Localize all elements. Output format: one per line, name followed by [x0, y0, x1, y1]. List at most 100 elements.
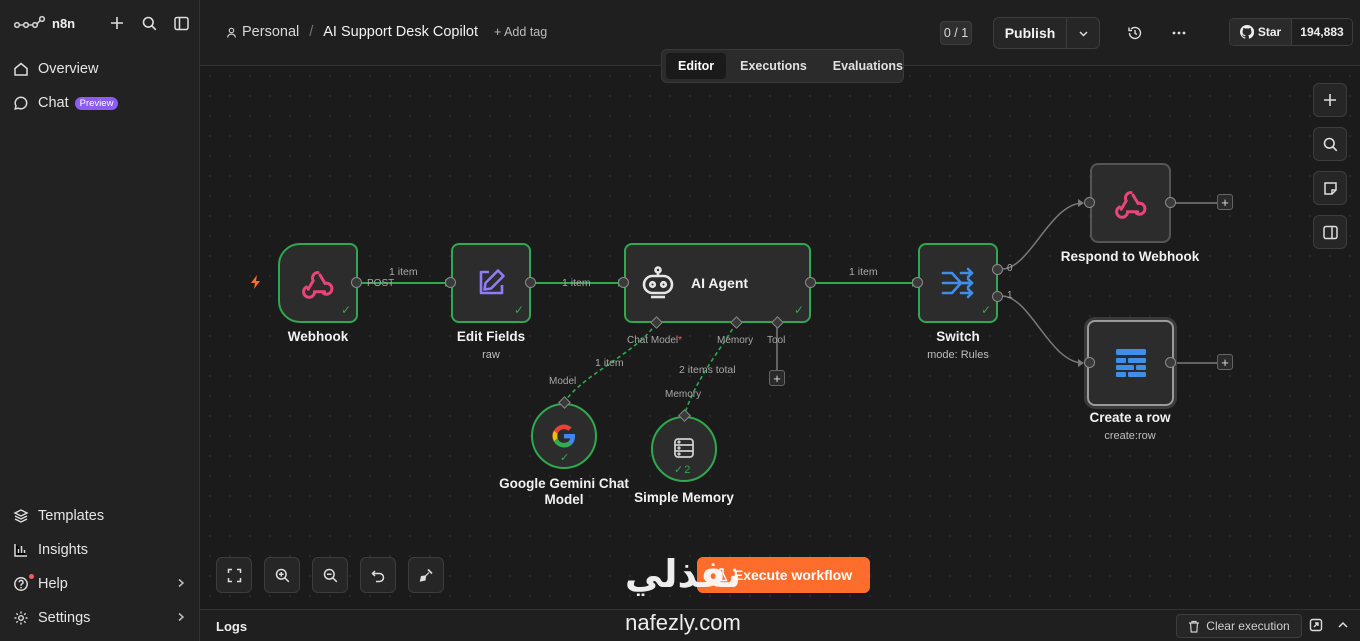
database-icon: [673, 437, 695, 459]
node-title: Webhook: [287, 329, 349, 344]
trash-icon: [1188, 620, 1200, 633]
add-node-button[interactable]: +: [1217, 194, 1233, 210]
workflow-name[interactable]: AI Support Desk Copilot: [323, 24, 478, 40]
n8n-logo-icon[interactable]: [14, 15, 46, 31]
github-star-label: Star: [1257, 25, 1282, 39]
switch-route-icon: [940, 267, 976, 299]
logo-text: n8n: [52, 15, 76, 31]
edge-method-label: POST: [367, 278, 395, 289]
sidebar-item-insights[interactable]: Insights: [12, 537, 188, 563]
add-tool-button[interactable]: +: [769, 370, 785, 386]
add-node-button[interactable]: +: [1217, 354, 1233, 370]
tab-evaluations[interactable]: Evaluations: [821, 53, 915, 79]
chevron-right-icon: [176, 576, 186, 592]
execute-workflow-button[interactable]: Execute workflow: [697, 557, 870, 593]
sidebar-item-settings[interactable]: Settings: [12, 605, 188, 631]
user-icon: [226, 27, 237, 38]
output-handle[interactable]: [1165, 197, 1176, 208]
publish-button-group: Publish: [993, 17, 1100, 49]
node-webhook[interactable]: ✓: [278, 243, 358, 323]
success-check-icon: ✓: [980, 303, 991, 317]
owner-label: Personal: [242, 24, 300, 40]
google-g-icon: [551, 423, 577, 449]
port-label-tool: Tool: [767, 335, 786, 346]
port-label-memory: Memory: [717, 335, 754, 346]
add-tag-button[interactable]: + Add tag: [494, 25, 547, 39]
help-circle-icon: [12, 574, 34, 593]
output-handle[interactable]: [805, 277, 816, 288]
node-simple-memory[interactable]: ✓2: [651, 416, 717, 482]
output-handle[interactable]: [1165, 357, 1176, 368]
node-title: AI Agent: [691, 275, 749, 291]
tab-editor[interactable]: Editor: [666, 53, 727, 79]
clear-execution-button[interactable]: Clear execution: [1176, 614, 1302, 638]
chevron-down-icon[interactable]: [1067, 18, 1099, 48]
node-title: Switch: [936, 329, 980, 344]
node-create-row[interactable]: [1087, 320, 1174, 406]
bar-chart-icon: [12, 541, 30, 559]
history-icon[interactable]: [1126, 24, 1144, 42]
data-table-icon: [1114, 348, 1148, 378]
node-respond-to-webhook[interactable]: [1090, 163, 1171, 243]
publish-button[interactable]: Publish: [994, 18, 1067, 48]
app-root: n8n Overview Chat Preview Templates Insi…: [0, 0, 1360, 641]
breadcrumb-separator: /: [309, 24, 314, 40]
edge-item-count: 1 item: [562, 277, 591, 289]
logs-label: Logs: [216, 619, 248, 634]
more-options-icon[interactable]: [1170, 24, 1188, 42]
logs-panel-bar[interactable]: Logs Clear execution: [200, 609, 1360, 641]
fit-view-icon[interactable]: [216, 557, 252, 593]
input-handle[interactable]: [618, 277, 629, 288]
tidy-up-broom-icon[interactable]: [408, 557, 444, 593]
toggle-sidebar-icon[interactable]: [172, 14, 190, 32]
edge-item-count: 1 item: [595, 357, 624, 369]
edge-item-count: 1 item: [849, 266, 878, 278]
node-switch[interactable]: ✓: [918, 243, 998, 323]
panel-toggle-icon[interactable]: [1313, 215, 1347, 249]
pop-out-icon[interactable]: [1309, 618, 1323, 637]
execute-label: Execute workflow: [733, 567, 853, 583]
chevron-up-icon[interactable]: [1337, 618, 1349, 636]
zoom-out-icon[interactable]: [312, 557, 348, 593]
node-subtitle: create:row: [1104, 430, 1156, 442]
gear-icon: [12, 609, 30, 627]
node-google-gemini-chat-model[interactable]: ✓: [531, 403, 597, 469]
new-plus-icon[interactable]: [108, 14, 126, 32]
view-tabs: Editor Executions Evaluations: [661, 49, 904, 83]
search-nodes-icon[interactable]: [1313, 127, 1347, 161]
input-handle[interactable]: [1084, 357, 1095, 368]
home-icon: [12, 60, 30, 78]
sticky-note-icon[interactable]: [1313, 171, 1347, 205]
success-check-icon: ✓: [560, 452, 570, 464]
output-handle-0[interactable]: [992, 264, 1003, 275]
tab-executions[interactable]: Executions: [728, 53, 819, 79]
github-star-button[interactable]: Star: [1230, 19, 1292, 45]
sidebar-item-help[interactable]: Help: [12, 571, 188, 597]
flask-icon: [715, 568, 728, 582]
project-owner-link[interactable]: Personal: [226, 24, 299, 40]
logo-row: n8n: [14, 12, 190, 34]
canvas-bottom-toolbar: [216, 557, 444, 593]
output-handle[interactable]: [351, 277, 362, 288]
node-edit-fields[interactable]: ✓: [451, 243, 531, 323]
search-icon[interactable]: [140, 14, 158, 32]
input-handle[interactable]: [445, 277, 456, 288]
node-title: Google Gemini Chat Model: [499, 476, 629, 508]
sidebar-item-label: Chat: [38, 95, 69, 111]
workflow-canvas[interactable]: ✓ Webhook ✓ Edit Fields raw AI Agent ✓ C…: [200, 66, 1360, 609]
github-icon: [1239, 25, 1254, 39]
output-handle[interactable]: [525, 277, 536, 288]
sidebar-item-templates[interactable]: Templates: [12, 503, 188, 529]
node-title: Respond to Webhook: [1060, 249, 1200, 264]
zoom-in-icon[interactable]: [264, 557, 300, 593]
output-handle-1[interactable]: [992, 291, 1003, 302]
add-node-plus-icon[interactable]: [1313, 83, 1347, 117]
undo-icon[interactable]: [360, 557, 396, 593]
input-handle[interactable]: [912, 277, 923, 288]
run-count: 2: [684, 464, 691, 476]
input-handle[interactable]: [1084, 197, 1095, 208]
sidebar-item-chat[interactable]: Chat Preview: [12, 90, 188, 116]
node-ai-agent[interactable]: AI Agent ✓: [624, 243, 811, 323]
sidebar-item-overview[interactable]: Overview: [12, 56, 188, 82]
chevron-right-icon: [176, 610, 186, 626]
